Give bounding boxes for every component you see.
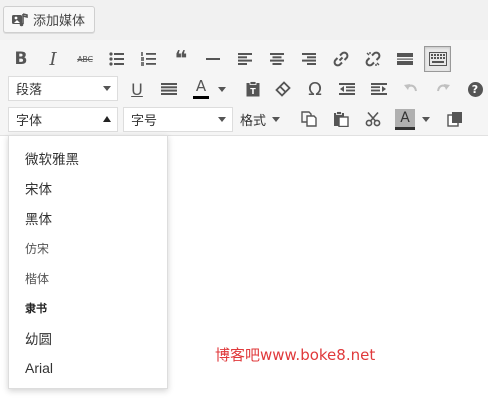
svg-text:T: T [250,87,256,96]
text-color-bar [193,96,209,99]
toolbar-row-1: B I ABC ❝ [0,44,488,74]
help-button[interactable]: ? [462,76,488,102]
outdent-button[interactable] [334,76,360,102]
editor-toolbar: B I ABC ❝ 段落 U A T Ω ? 字体 字号 格式 A [0,40,488,136]
font-menu-item[interactable]: 幼圆 [9,323,167,353]
caret-down-icon [218,86,226,92]
formats-menu-button[interactable]: 格式 [240,106,288,132]
formats-label: 格式 [240,113,267,129]
add-media-button[interactable]: 添加媒体 [3,6,96,33]
text-color-button[interactable]: A [188,76,214,102]
blockquote-icon: ❝ [174,46,188,72]
align-center-button[interactable] [264,46,290,72]
paste-as-text-button[interactable]: T [240,76,266,102]
font-size-select[interactable]: 字号 [123,107,233,132]
cut-button[interactable] [360,106,386,132]
justify-button[interactable] [156,76,182,102]
chevron-down-icon [218,117,226,122]
chevron-up-icon [103,116,111,122]
numbered-list-icon [141,52,156,66]
font-menu-item[interactable]: 楷体 [9,263,167,293]
align-left-icon [238,53,252,65]
font-menu-item[interactable]: 隶书 [9,293,167,323]
blockquote-button[interactable]: ❝ [168,46,194,72]
insert-link-button[interactable] [328,46,354,72]
copy-icon [301,111,317,127]
font-size-value: 字号 [131,114,158,129]
paste-button[interactable] [328,106,354,132]
paste-icon [334,111,349,127]
eraser-icon [275,81,291,97]
undo-button[interactable] [398,76,424,102]
font-menu-item[interactable]: 黑体 [9,203,167,233]
horizontal-rule-button[interactable] [200,46,226,72]
font-menu-item[interactable]: 微软雅黑 [9,143,167,173]
font-menu-item[interactable]: 仿宋 [9,233,167,263]
align-right-icon [302,53,316,65]
scissors-icon [365,111,381,127]
paste-from-word-button[interactable] [442,106,468,132]
omega-icon: Ω [308,78,322,100]
insert-link-icon [333,51,349,67]
indent-icon [371,83,387,95]
background-color-dropdown[interactable] [418,106,434,132]
strikethrough-button[interactable]: ABC [72,46,98,72]
background-color-bar [395,126,415,130]
font-family-select[interactable]: 字体 [8,107,118,132]
clear-formatting-button[interactable] [270,76,296,102]
background-color-icon: A [395,108,415,127]
redo-icon [437,84,450,92]
watermark-text: 博客吧www.boke8.net [215,346,376,364]
font-menu-item[interactable]: Arial [9,353,167,383]
paste-from-word-icon [447,112,462,127]
font-menu-item[interactable]: 宋体 [9,173,167,203]
remove-link-icon [365,51,381,67]
numbered-list-button[interactable] [136,46,162,72]
align-center-icon [270,53,284,65]
caret-down-icon [422,116,430,122]
justify-icon [161,83,177,95]
outdent-icon [339,83,355,95]
paragraph-format-select[interactable]: 段落 [8,76,118,101]
text-color-icon: A [195,77,207,95]
special-character-button[interactable]: Ω [302,76,328,102]
text-color-dropdown[interactable] [214,76,230,102]
paragraph-format-value: 段落 [16,83,43,98]
help-icon: ? [467,81,483,97]
underline-icon: U [131,79,143,99]
caret-down-icon [272,116,281,122]
add-media-label: 添加媒体 [33,14,86,29]
bullet-list-icon [109,52,124,66]
redo-button[interactable] [430,76,456,102]
remove-link-button[interactable] [360,46,386,72]
underline-button[interactable]: U [124,76,150,102]
align-right-button[interactable] [296,46,322,72]
italic-button[interactable]: I [40,46,66,72]
bold-icon: B [14,49,28,69]
chevron-down-icon [103,86,111,91]
align-left-button[interactable] [232,46,258,72]
copy-button[interactable] [296,106,322,132]
bold-button[interactable]: B [8,46,34,72]
keyboard-icon [428,52,447,66]
strikethrough-icon: ABC [77,54,93,64]
indent-button[interactable] [366,76,392,102]
font-family-menu: 微软雅黑 宋体 黑体 仿宋 楷体 隶书 幼圆 Arial [8,135,168,389]
read-more-button[interactable] [392,46,418,72]
paste-text-icon: T [246,81,260,97]
undo-icon [404,84,417,92]
italic-icon: I [49,48,57,70]
horizontal-rule-icon [206,58,220,60]
font-family-value: 字体 [16,114,43,129]
toolbar-toggle-button[interactable] [424,46,451,72]
media-bar: 添加媒体 [0,0,488,40]
background-color-button[interactable]: A [392,106,418,132]
add-media-icon [11,12,29,28]
read-more-icon [397,53,413,65]
bullet-list-button[interactable] [104,46,130,72]
